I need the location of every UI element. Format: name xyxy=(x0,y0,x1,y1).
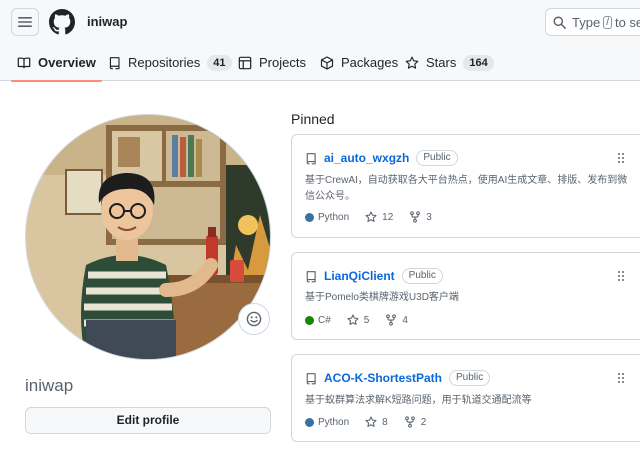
repo-name-link[interactable]: ACO-K-ShortestPath xyxy=(324,371,442,385)
language-color-dot xyxy=(305,417,314,427)
tab-stars-label: Stars xyxy=(426,55,457,70)
repo-icon xyxy=(306,270,316,282)
star-icon xyxy=(405,56,419,69)
repo-icon xyxy=(306,372,316,384)
repo-icon xyxy=(306,152,316,164)
pinned-repo-card: ACO-K-ShortestPath Public 基于蚁群算法求解K短路问题，… xyxy=(291,354,640,442)
search-icon xyxy=(553,15,566,29)
fork-icon xyxy=(386,314,397,326)
profile-login-name: iniwap xyxy=(25,376,74,395)
fork-icon xyxy=(404,416,415,428)
repo-forks-link[interactable]: 2 xyxy=(404,416,426,428)
stars-count-badge: 164 xyxy=(463,54,494,71)
search-placeholder-suffix: to search xyxy=(614,14,640,30)
repositories-count-badge: 41 xyxy=(207,54,232,71)
repo-language: Python xyxy=(305,212,349,223)
visibility-badge: Public xyxy=(449,370,491,386)
search-placeholder-prefix: Type xyxy=(572,14,601,30)
repo-icon xyxy=(109,56,120,69)
book-icon xyxy=(17,57,31,68)
drag-handle-icon[interactable] xyxy=(617,270,625,282)
repo-name-link[interactable]: LianQiClient xyxy=(324,269,395,283)
profile-owner-link[interactable]: iniwap xyxy=(87,14,127,29)
repo-forks-link[interactable]: 4 xyxy=(385,314,408,326)
avatar[interactable] xyxy=(25,114,271,360)
repo-stars-link[interactable]: 5 xyxy=(347,314,369,326)
language-color-dot xyxy=(305,212,314,222)
tab-repositories-label: Repositories xyxy=(128,55,201,70)
repo-stars-link[interactable]: 8 xyxy=(365,416,388,428)
repo-language: C# xyxy=(305,315,331,326)
package-icon xyxy=(320,55,334,70)
hamburger-icon xyxy=(18,17,32,27)
search-input[interactable]: Type / to search xyxy=(545,8,640,36)
repo-description: 基于Pomelo类棋牌游戏U3D客户端 xyxy=(305,292,459,303)
avatar-container xyxy=(25,114,271,360)
app-header: iniwap Type / to search xyxy=(0,0,640,44)
edit-profile-button[interactable]: Edit profile xyxy=(25,407,271,434)
repo-description: 基于蚁群算法求解K短路问题，用于轨道交通配流等 xyxy=(305,395,532,406)
drag-handle-icon[interactable] xyxy=(617,372,625,384)
pinned-repo-card: ai_auto_wxgzh Public 基于CrewAI，自动获取各大平台热点… xyxy=(291,134,640,238)
tab-overview[interactable]: Overview xyxy=(11,44,102,82)
star-icon xyxy=(365,416,377,427)
drag-handle-icon[interactable] xyxy=(617,152,625,164)
repo-forks-link[interactable]: 3 xyxy=(409,211,432,223)
visibility-badge: Public xyxy=(401,268,443,284)
tab-projects-label: Projects xyxy=(259,55,306,70)
table-icon xyxy=(238,56,252,69)
tab-projects[interactable]: Projects xyxy=(238,44,306,81)
menu-button[interactable] xyxy=(11,8,39,36)
tab-repositories[interactable]: Repositories 41 xyxy=(108,44,232,81)
star-icon xyxy=(347,314,359,325)
tab-packages[interactable]: Packages xyxy=(320,44,398,81)
repo-name-link[interactable]: ai_auto_wxgzh xyxy=(324,151,409,165)
tab-stars[interactable]: Stars 164 xyxy=(405,44,494,81)
pinned-repo-card: LianQiClient Public 基于Pomelo类棋牌游戏U3D客户端 … xyxy=(291,252,640,340)
set-status-button[interactable] xyxy=(238,303,270,335)
language-color-dot xyxy=(305,315,314,325)
github-logo-icon[interactable] xyxy=(49,9,75,35)
smiley-icon xyxy=(246,311,262,327)
profile-nav-tabs: Overview Repositories 41 Projects Packag… xyxy=(0,44,640,82)
repo-language: Python xyxy=(305,417,349,428)
fork-icon xyxy=(410,211,421,223)
star-icon xyxy=(365,211,377,222)
repo-description: 基于CrewAI，自动获取各大平台热点，使用AI生成文章、排版、发布到微信公众号… xyxy=(305,175,628,202)
tab-packages-label: Packages xyxy=(341,55,399,70)
search-shortcut-key: / xyxy=(603,15,612,29)
tab-overview-label: Overview xyxy=(38,55,96,70)
avatar-illustration xyxy=(26,115,270,359)
visibility-badge: Public xyxy=(416,150,458,166)
pinned-heading: Pinned xyxy=(291,111,335,127)
repo-stars-link[interactable]: 12 xyxy=(365,211,393,223)
